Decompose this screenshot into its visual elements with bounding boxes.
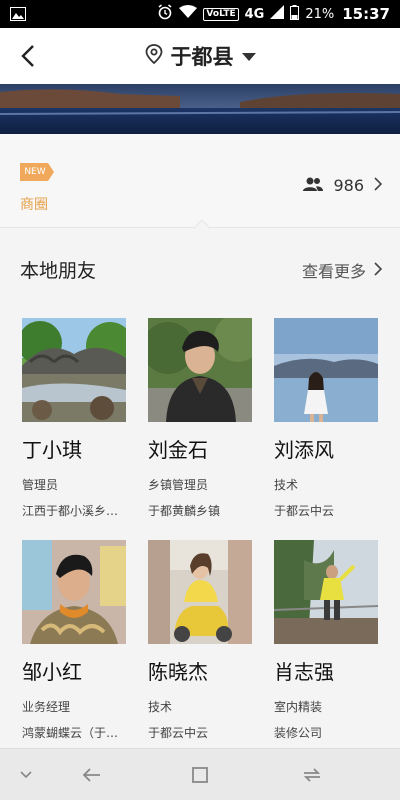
section-title: 本地朋友 (20, 260, 97, 282)
business-circle-card[interactable]: NEW 商圈 986 (0, 134, 400, 228)
friend-avatar (148, 318, 252, 422)
back-chevron-icon (21, 45, 34, 67)
back-arrow-icon (83, 768, 100, 782)
friend-avatar (22, 318, 126, 422)
friend-name: 刘添风 (274, 438, 334, 462)
chevron-right-icon (374, 261, 383, 280)
volte-badge: VoLTE (203, 7, 239, 21)
banner-image[interactable] (0, 84, 400, 134)
friend-name: 陈晓杰 (148, 660, 208, 684)
friend-avatar (22, 540, 126, 644)
friend-organization: 于都云中云 (148, 726, 209, 740)
chevron-right-icon (374, 176, 383, 195)
nav-home-button[interactable] (186, 761, 214, 789)
nav-header: 于都县 (0, 28, 400, 84)
friend-role: 技术 (274, 478, 299, 492)
network-type: 4G (244, 6, 265, 22)
status-bar: VoLTE 4G 21% 15:37 (0, 0, 400, 28)
battery-icon (290, 4, 300, 24)
friend-name: 刘金石 (148, 438, 208, 462)
friend-avatar (274, 318, 378, 422)
friend-organization: 装修公司 (274, 726, 323, 740)
new-tag-label: NEW (24, 167, 46, 177)
nav-recents-button[interactable] (298, 761, 326, 789)
friend-organization: 于都云中云 (274, 504, 335, 518)
local-friends-header: 本地朋友 查看更多 (0, 240, 400, 296)
location-title: 于都县 (170, 45, 234, 69)
back-button[interactable] (8, 36, 48, 76)
hide-keyboard-button[interactable] (12, 761, 40, 789)
people-icon (303, 176, 324, 195)
alarm-icon (157, 4, 173, 24)
system-navigation-bar (0, 748, 400, 800)
friend-role: 管理员 (22, 478, 59, 492)
nav-back-button[interactable] (78, 761, 106, 789)
friend-role: 技术 (148, 700, 173, 714)
new-tag: NEW (20, 163, 54, 181)
friend-organization: 于都黄麟乡镇 (148, 504, 221, 518)
location-pin-icon (145, 44, 163, 68)
switch-apps-icon (303, 768, 321, 782)
friend-organization: 江西于都小溪乡… (22, 504, 119, 518)
location-selector[interactable]: 于都县 (0, 28, 400, 84)
friend-role: 业务经理 (22, 700, 71, 714)
square-home-icon (192, 767, 208, 783)
clock: 15:37 (342, 5, 390, 23)
friend-organization: 鸿蒙蝴蝶云（于… (22, 726, 119, 740)
gallery-notification-icon (10, 6, 26, 25)
business-circle-label: 商圈 (20, 197, 48, 213)
dropdown-caret-icon (241, 47, 256, 66)
friend-avatar (148, 540, 252, 644)
friend-avatar (274, 540, 378, 644)
see-more-label: 查看更多 (301, 262, 366, 281)
member-count: 986 (333, 176, 364, 195)
friend-role: 室内精装 (274, 700, 323, 714)
friend-name: 丁小琪 (22, 438, 82, 462)
friend-name: 肖志强 (274, 660, 334, 684)
friend-name: 邹小红 (22, 660, 82, 684)
friend-role: 乡镇管理员 (148, 478, 209, 492)
see-more-link[interactable]: 查看更多 (301, 258, 383, 282)
member-count-link[interactable]: 986 (303, 176, 383, 195)
chevron-down-icon (20, 771, 32, 779)
wifi-icon (179, 5, 198, 23)
signal-icon (270, 5, 285, 23)
battery-percent: 21% (305, 6, 335, 22)
